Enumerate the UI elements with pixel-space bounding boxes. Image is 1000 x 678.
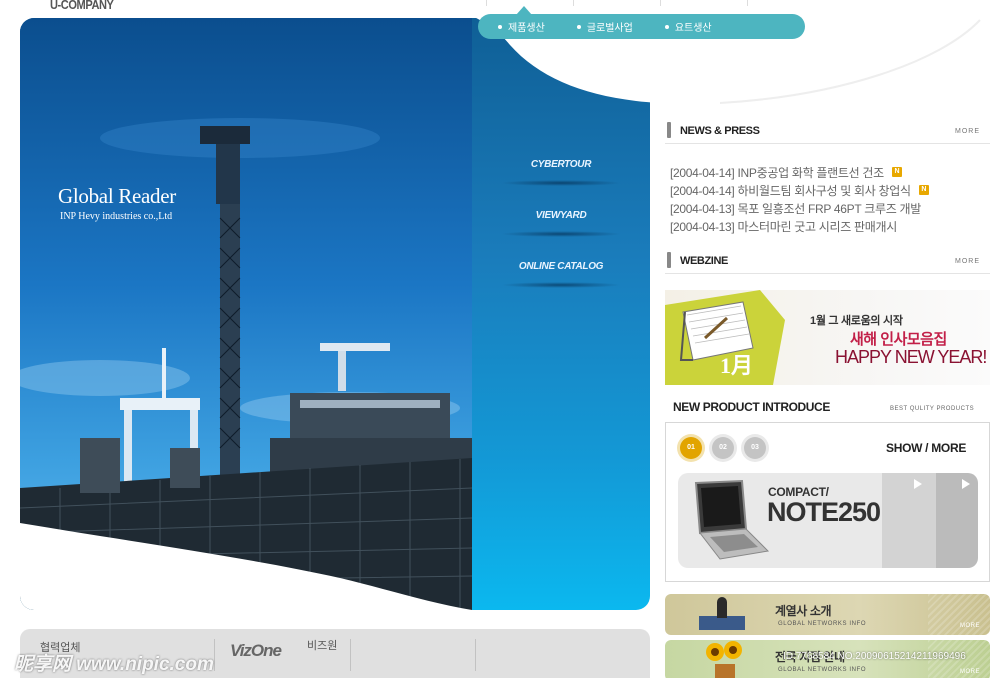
news-item[interactable]: [2004-04-13] 목포 일흥조선 FRP 46PT 크루즈 개발 — [670, 199, 990, 217]
hero-side-menu: CYBERTOUR VIEWYARD ONLINE CATALOG — [472, 153, 650, 306]
menu-divider — [501, 282, 621, 288]
news-header: NEWS & PRESS MORE — [665, 120, 990, 144]
menu-divider — [501, 180, 621, 186]
vizone-logo[interactable]: VizOne — [230, 641, 282, 661]
webzine-header: WEBZINE MORE — [665, 250, 990, 274]
banner-subtitle: GLOBAL NETWORKS INFO — [778, 667, 867, 673]
nav-item-yacht[interactable]: 요트생산 — [664, 19, 712, 34]
banner-affiliates[interactable]: 계열사 소개 GLOBAL NETWORKS INFO MORE — [665, 594, 990, 635]
section-marker — [667, 122, 671, 138]
news-item[interactable]: [2004-04-14] 하비월드팀 회사구성 및 회사 창업식 N — [670, 181, 990, 199]
menu-divider — [501, 231, 621, 237]
menu-cybertour-label: CYBERTOUR — [530, 159, 592, 170]
menu-online-catalog-label: ONLINE CATALOG — [518, 261, 604, 272]
product-tab-01[interactable]: 01 — [680, 437, 702, 459]
new-badge: N — [891, 167, 902, 177]
product-tab-03[interactable]: 03 — [744, 437, 766, 459]
news-more-link[interactable]: MORE — [955, 128, 980, 135]
nav-item-global[interactable]: 글로벌사업 — [576, 19, 633, 34]
product-title: NEW PRODUCT INTRODUCE — [673, 400, 830, 414]
banner-subtitle: GLOBAL NETWORKS INFO — [778, 621, 867, 627]
company-logo[interactable]: U-COMPANY — [50, 0, 114, 12]
webzine-line3: HAPPY NEW YEAR! — [835, 347, 987, 367]
news-list: [2004-04-14] INP중공업 화학 플랜트선 건조 N [2004-04… — [670, 163, 990, 235]
webzine-month: 1月 — [720, 353, 754, 378]
top-nav: 제품생산 글로벌사업 요트생산 — [478, 14, 805, 39]
watermark-left: 昵享网 www.nipic.com — [14, 654, 214, 675]
news-item-text: [2004-04-14] 하비월드팀 회사구성 및 회사 창업식 — [670, 183, 911, 198]
play-icon[interactable] — [914, 479, 922, 489]
hero-subtitle: INP Hevy industries co.,Ltd — [60, 211, 173, 222]
nav-item-label: 글로벌사업 — [586, 23, 633, 34]
divider — [214, 639, 215, 671]
bullet-icon — [576, 24, 581, 29]
product-panel: 01 02 03 SHOW / MORE COMPACT/ NOTE250 — [665, 422, 990, 582]
banner-more-link[interactable]: MORE — [960, 669, 980, 675]
banner-title: 계열사 소개 — [775, 604, 832, 618]
menu-online-catalog[interactable]: ONLINE CATALOG — [472, 255, 650, 306]
product-subtitle: BEST QULITY PRODUCTS — [890, 406, 975, 412]
news-item[interactable]: [2004-04-14] INP중공업 화학 플랜트선 건조 N — [670, 163, 990, 181]
menu-viewyard[interactable]: VIEWYARD — [472, 204, 650, 255]
new-badge: N — [918, 185, 929, 195]
bizone-label[interactable]: 비즈원 — [307, 637, 337, 653]
webzine-line2: 새해 인사모음집 — [850, 331, 947, 348]
nav-item-label: 요트생산 — [674, 23, 712, 34]
product-tab-02[interactable]: 02 — [712, 437, 734, 459]
product-card-3[interactable] — [931, 473, 978, 568]
watermark-right: ID:7768584 NO:20090615214211969496 — [783, 651, 966, 662]
banner-more-link[interactable]: MORE — [960, 623, 980, 629]
product-model: NOTE250 — [767, 497, 881, 527]
news-title: NEWS & PRESS — [680, 125, 760, 137]
divider — [350, 639, 351, 671]
section-marker — [667, 252, 671, 268]
nav-item-product[interactable]: 제품생산 — [498, 19, 545, 34]
sunflower-icon — [706, 641, 742, 678]
webzine-title: WEBZINE — [680, 255, 728, 267]
news-item-text: [2004-04-14] INP중공업 화학 플랜트선 건조 — [670, 165, 884, 180]
webzine-banner[interactable]: 1月 1월 그 새로움의 시작 새해 인사모음집 HAPPY NEW YEAR! — [665, 290, 990, 385]
webzine-more-link[interactable]: MORE — [955, 258, 980, 265]
stamp-icon — [699, 597, 745, 630]
nav-item-label: 제품생산 — [508, 23, 545, 34]
news-item-text: [2004-04-13] 마스터마린 굿고 시리즈 판매개시 — [670, 219, 897, 234]
news-item[interactable]: [2004-04-13] 마스터마린 굿고 시리즈 판매개시 — [670, 217, 990, 235]
menu-viewyard-label: VIEWYARD — [535, 210, 587, 221]
banner-stripes — [928, 594, 990, 635]
news-item-text: [2004-04-13] 목포 일흥조선 FRP 46PT 크루즈 개발 — [670, 201, 921, 216]
play-icon[interactable] — [962, 479, 970, 489]
divider — [475, 639, 476, 671]
laptop-icon — [694, 479, 770, 560]
hero-title: Global Reader — [58, 184, 176, 208]
bullet-icon — [664, 24, 669, 29]
webzine-line1: 1월 그 새로움의 시작 — [810, 315, 903, 327]
show-more-link[interactable]: SHOW / MORE — [886, 441, 966, 455]
bullet-icon — [498, 24, 502, 29]
menu-cybertour[interactable]: CYBERTOUR — [472, 153, 650, 204]
